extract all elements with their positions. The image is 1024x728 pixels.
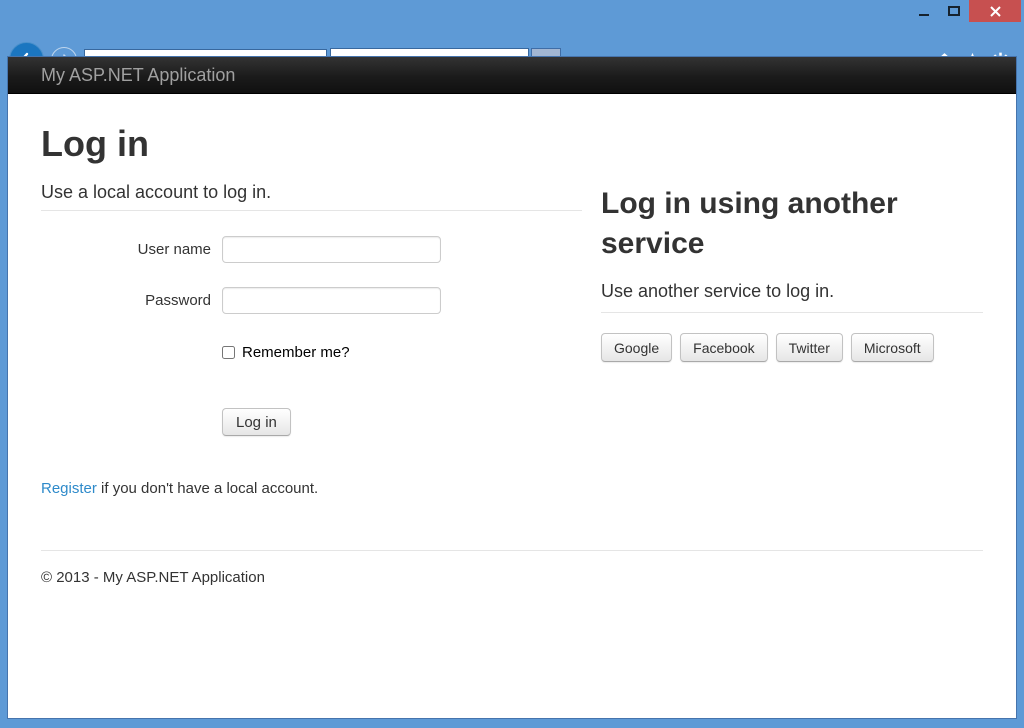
browser-toolbar: http://www.wingtiptoys.com/ My ASP.NE <box>0 22 1024 57</box>
window-controls <box>909 0 1021 22</box>
register-suffix: if you don't have a local account. <box>97 480 318 497</box>
remember-me-row: Remember me? <box>222 344 582 361</box>
maximize-icon <box>948 6 960 16</box>
minimize-icon <box>919 14 929 16</box>
maximize-button[interactable] <box>939 0 969 22</box>
provider-button-facebook[interactable]: Facebook <box>680 333 767 362</box>
external-login-divider <box>601 312 983 313</box>
username-label: User name <box>41 241 211 258</box>
close-button[interactable] <box>969 0 1021 22</box>
remember-me-label: Remember me? <box>242 344 350 361</box>
external-login-subtitle: Use another service to log in. <box>601 281 983 301</box>
local-login-section: Use a local account to log in. User name… <box>41 164 582 497</box>
password-label: Password <box>41 292 211 309</box>
local-login-divider <box>41 210 582 211</box>
register-link[interactable]: Register <box>41 480 97 497</box>
minimize-button[interactable] <box>909 0 939 22</box>
close-icon <box>990 6 1001 17</box>
content-row: Use a local account to log in. User name… <box>41 164 983 497</box>
external-login-section: Log in using another service Use another… <box>601 164 983 362</box>
external-login-title: Log in using another service <box>601 184 983 264</box>
page-viewport: My ASP.NET Application Log in Use a loca… <box>8 57 1016 718</box>
remember-me-checkbox[interactable] <box>222 346 235 359</box>
register-line: Register if you don't have a local accou… <box>41 480 582 497</box>
password-form-group: Password <box>41 287 582 314</box>
login-submit-button[interactable]: Log in <box>222 408 291 436</box>
provider-buttons: Google Facebook Twitter Microsoft <box>601 333 983 362</box>
browser-window: http://www.wingtiptoys.com/ My ASP.NE <box>0 0 1024 728</box>
local-login-subtitle: Use a local account to log in. <box>41 182 582 202</box>
title-bar <box>0 0 1024 22</box>
username-input[interactable] <box>222 236 441 263</box>
page-container: Log in Use a local account to log in. Us… <box>8 124 1016 586</box>
password-input[interactable] <box>222 287 441 314</box>
provider-button-twitter[interactable]: Twitter <box>776 333 843 362</box>
footer-copyright: © 2013 - My ASP.NET Application <box>41 569 983 586</box>
footer-divider <box>41 550 983 551</box>
provider-button-google[interactable]: Google <box>601 333 672 362</box>
provider-button-microsoft[interactable]: Microsoft <box>851 333 934 362</box>
username-form-group: User name <box>41 236 582 263</box>
page-title: Log in <box>41 124 983 164</box>
app-navbar: My ASP.NET Application <box>8 57 1016 94</box>
navbar-brand-link[interactable]: My ASP.NET Application <box>41 65 235 86</box>
